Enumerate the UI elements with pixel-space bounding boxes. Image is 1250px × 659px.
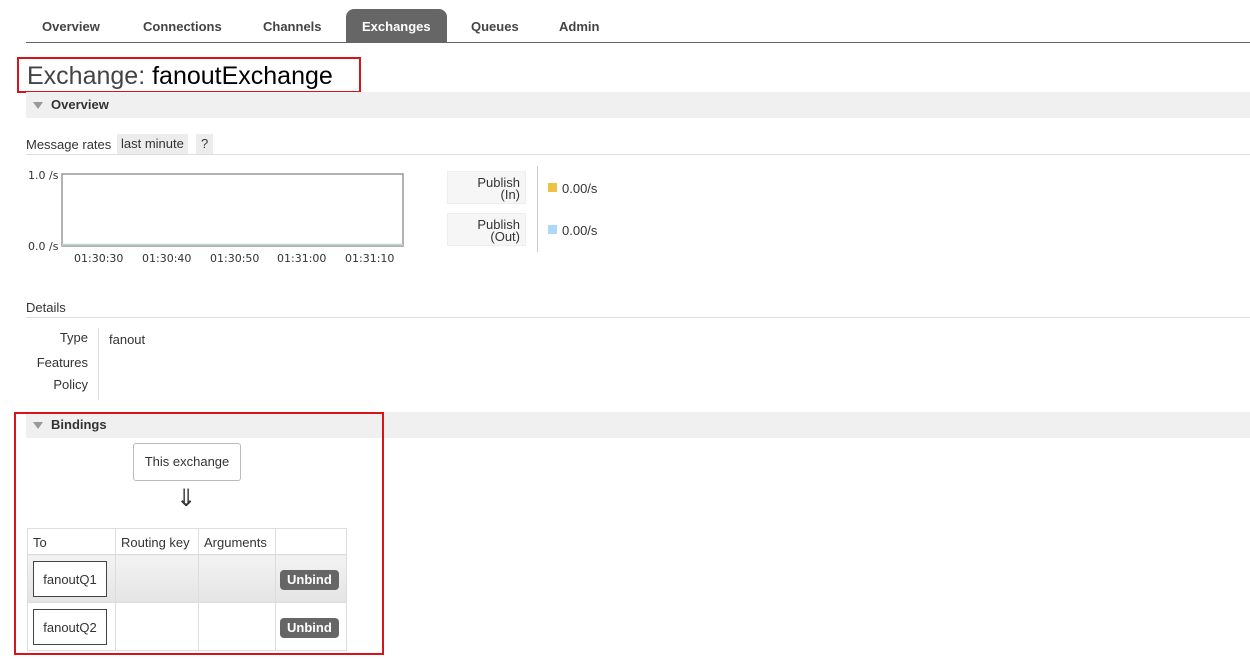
collapse-triangle-icon [33,101,43,109]
table-row: fanoutQ2 Unbind [27,602,347,651]
chart-plot [61,173,404,247]
queue-link-fanoutq1[interactable]: fanoutQ1 [33,560,107,597]
x-tick-label: 01:30:30 [74,252,124,265]
legend-publish-in: Publish (In) [447,171,526,204]
down-arrow-icon: ⇓ [176,485,197,512]
unbind-button[interactable]: Unbind [280,618,339,638]
message-rates-bar: Message rates last minute ? [26,134,1250,155]
page-title-prefix: Exchange: [27,62,146,90]
legend-divider [537,166,538,252]
help-button[interactable]: ? [196,134,214,154]
tab-overview[interactable]: Overview [26,9,116,42]
legend-label-line2: (Out) [490,229,520,244]
publish-in-rate: 0.00/s [562,181,598,196]
this-exchange-box: This exchange [133,443,241,481]
tab-connections[interactable]: Connections [127,9,238,42]
column-header-arguments: Arguments [198,528,276,555]
main-nav: Overview Connections Channels Exchanges … [26,9,1250,43]
x-tick-label: 01:30:50 [210,252,260,265]
tab-admin[interactable]: Admin [543,9,615,42]
details-divider [98,328,99,400]
column-header-routing-key: Routing key [115,528,199,555]
overview-section-header[interactable]: Overview [26,92,1250,118]
legend-publish-out: Publish (Out) [447,213,526,246]
x-tick-label: 01:31:00 [277,252,327,265]
detail-key-type: Type [59,330,88,345]
binding-destination-cell: fanoutQ1 [27,554,116,603]
detail-value-type: fanout [109,332,146,347]
x-tick-label: 01:30:40 [142,252,192,265]
table-header-row: To Routing key Arguments [27,528,347,555]
routing-key-cell [115,554,199,603]
routing-key-cell [115,602,199,651]
arguments-cell [198,554,276,603]
column-header-to: To [27,528,116,555]
tab-queues[interactable]: Queues [455,9,535,42]
detail-key-policy: Policy [53,377,88,392]
unbind-button[interactable]: Unbind [280,570,339,590]
overview-header-label: Overview [51,97,109,112]
table-row: fanoutQ1 Unbind [27,554,347,603]
detail-key-features: Features [36,355,88,370]
action-cell: Unbind [275,602,347,651]
action-cell: Unbind [275,554,347,603]
publish-out-rate: 0.00/s [562,223,598,238]
tab-channels[interactable]: Channels [247,9,338,42]
rate-period-selector[interactable]: last minute [117,134,188,154]
column-header-actions [275,528,347,555]
arguments-cell [198,602,276,651]
legend-label-line2: (In) [500,187,521,202]
publish-in-swatch [548,183,557,192]
binding-destination-cell: fanoutQ2 [27,602,116,651]
tab-exchanges[interactable]: Exchanges [346,9,447,42]
publish-out-swatch [548,225,557,234]
queue-link-fanoutq2[interactable]: fanoutQ2 [33,608,107,645]
exchange-name: fanoutExchange [152,62,333,90]
page-title: Exchange: fanoutExchange [17,57,361,93]
message-rates-label: Message rates [26,137,112,152]
x-tick-label: 01:31:10 [345,252,395,265]
details-heading: Details [26,300,1250,318]
plot-area [61,173,404,247]
bindings-table: To Routing key Arguments fanoutQ1 Unbind… [27,528,347,651]
message-rates-chart: 1.0 /s 0.0 /s 01:30:30 01:30:40 01:30:50… [26,166,416,270]
